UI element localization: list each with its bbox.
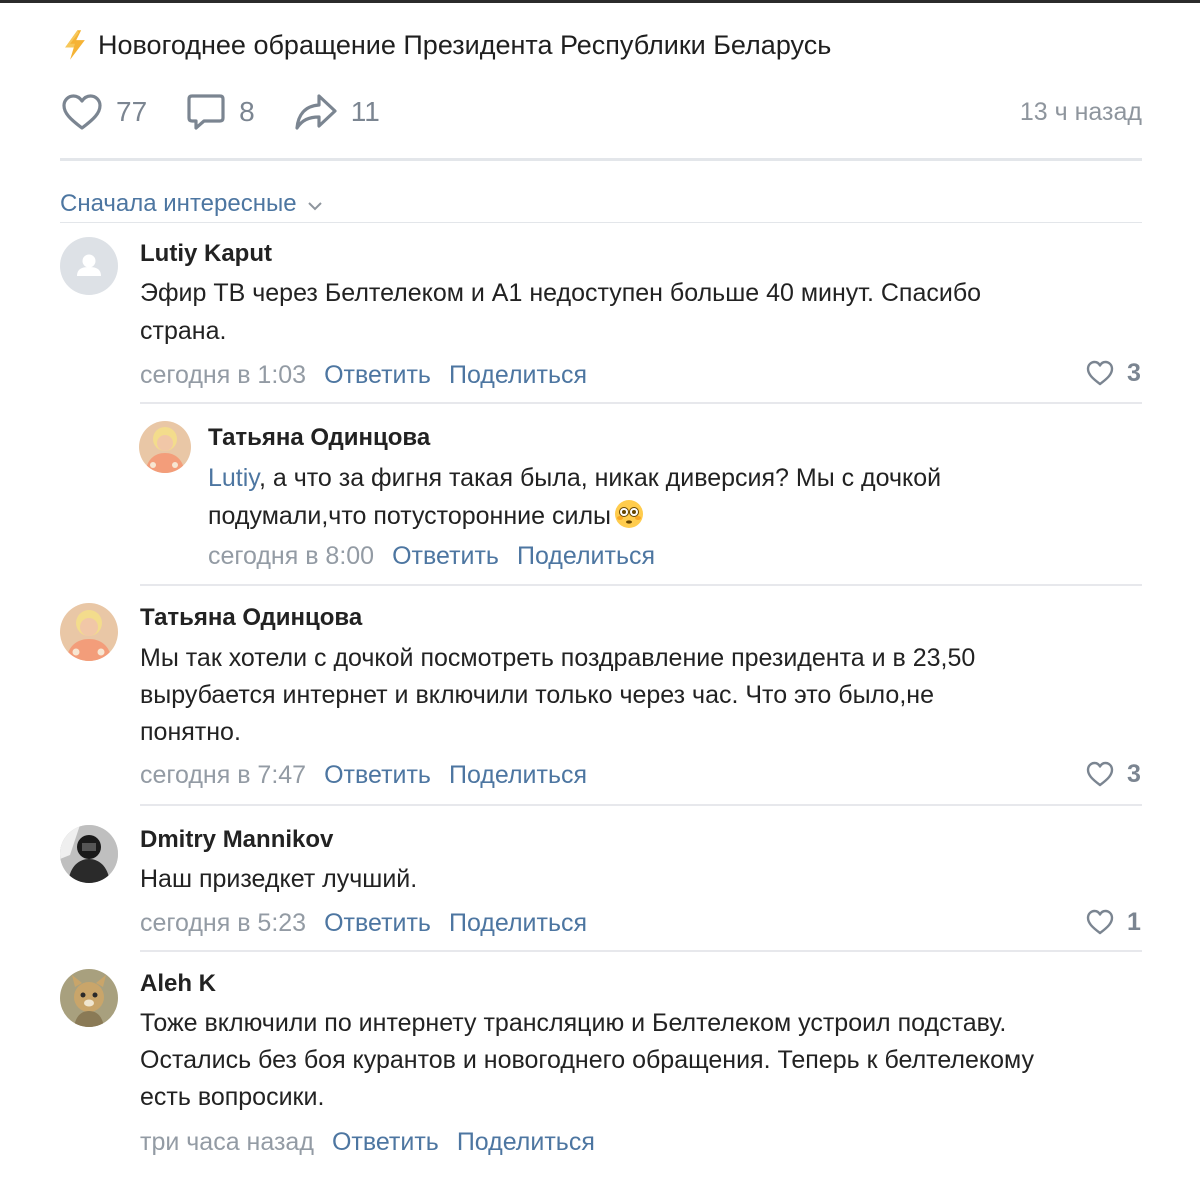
like-count: 77 [116,96,148,127]
like-button[interactable]: 77 [60,92,147,132]
post-title-text: Новогоднее обращение Президента Республи… [98,29,832,60]
comment-meta: сегодня в 8:00 Ответить Поделиться [208,540,673,572]
sort-label: Сначала интересные [60,190,297,217]
comment-author[interactable]: Lutiy Kaput [140,240,272,268]
avatar[interactable] [60,603,118,661]
share-link[interactable]: Поделиться [449,761,587,790]
divider [140,402,1142,404]
post-actions-bar: 77 8 11 13 ч назад [60,89,1142,135]
share-link[interactable]: Поделиться [449,909,587,938]
reply-link[interactable]: Ответить [324,761,431,790]
avatar[interactable] [139,421,191,473]
comment-date[interactable]: сегодня в 1:03 [140,361,306,390]
share-count: 11 [350,96,380,127]
comment-author[interactable]: Aleh K [140,970,216,998]
comment-text: Наш призедкет лучший. [140,865,418,893]
comment-author[interactable]: Татьяна Одинцова [208,424,430,452]
share-arrow-icon [295,94,337,130]
user-photo-icon [139,421,191,473]
divider [140,950,1142,952]
comment-text: Lutiy, а что за фигня такая была, никак … [208,464,942,530]
heart-icon [1086,909,1114,935]
user-icon [77,254,101,276]
post-panel: Новогоднее обращение Президента Республи… [0,3,1200,1158]
sort-dropdown[interactable]: Сначала интересные [60,189,323,219]
avatar[interactable] [60,969,118,1027]
reply-link[interactable]: Ответить [324,361,431,390]
comment-text: Тоже включили по интернету трансляцию и … [140,1009,1034,1111]
comment-date[interactable]: три часа назад [140,1128,314,1157]
flushed-face-emoji [613,498,645,530]
comment-meta: три часа назад Ответить Поделиться [140,1126,613,1158]
user-photo-icon [60,969,118,1027]
page-bottom-margin [0,1155,1200,1192]
avatar[interactable] [60,825,118,883]
share-link[interactable]: Поделиться [449,361,587,390]
comment-like-count: 3 [1127,759,1141,788]
comment-like-button[interactable]: 1 [1085,906,1141,938]
reply-link[interactable]: Ответить [332,1128,439,1157]
comment-date[interactable]: сегодня в 7:47 [140,761,306,790]
reply-link[interactable]: Ответить [324,909,431,938]
user-photo-icon [60,603,118,661]
share-link[interactable]: Поделиться [517,542,655,571]
reply-link[interactable]: Ответить [392,542,499,571]
divider [60,158,1142,161]
divider [140,584,1142,586]
comment-text: Мы так хотели с дочкой посмотреть поздра… [140,644,976,746]
user-photo-icon [60,825,118,883]
post-title: Новогоднее обращение Президента Республи… [60,27,831,63]
lightning-icon [65,30,85,60]
comment-button[interactable]: 8 [185,91,255,133]
comment-like-count: 3 [1127,358,1141,387]
comment-count: 8 [239,96,255,127]
mention-link[interactable]: Lutiy [208,464,259,492]
comment-meta: сегодня в 7:47 Ответить Поделиться [140,759,605,791]
comment-like-count: 1 [1127,907,1141,936]
comment-meta: сегодня в 1:03 Ответить Поделиться [140,359,605,391]
comment-author[interactable]: Татьяна Одинцова [140,604,362,632]
chevron-down-icon [307,202,322,211]
comment-date[interactable]: сегодня в 8:00 [208,542,374,571]
post-timestamp: 13 ч назад [1019,97,1142,126]
comment-like-button[interactable]: 3 [1085,758,1141,790]
divider [140,804,1142,806]
comment-like-button[interactable]: 3 [1085,357,1141,389]
heart-icon [1086,761,1114,787]
avatar-placeholder[interactable] [60,237,118,295]
share-link[interactable]: Поделиться [457,1128,595,1157]
comment-text: Эфир ТВ через Белтелеком и А1 недоступен… [140,279,982,345]
comment-author[interactable]: Dmitry Mannikov [140,826,333,854]
comment-icon [187,94,225,130]
heart-icon [1086,360,1114,386]
share-button[interactable]: 11 [293,91,380,133]
heart-icon [62,94,102,130]
divider [60,222,1142,223]
comment-meta: сегодня в 5:23 Ответить Поделиться [140,907,605,939]
comment-date[interactable]: сегодня в 5:23 [140,909,306,938]
